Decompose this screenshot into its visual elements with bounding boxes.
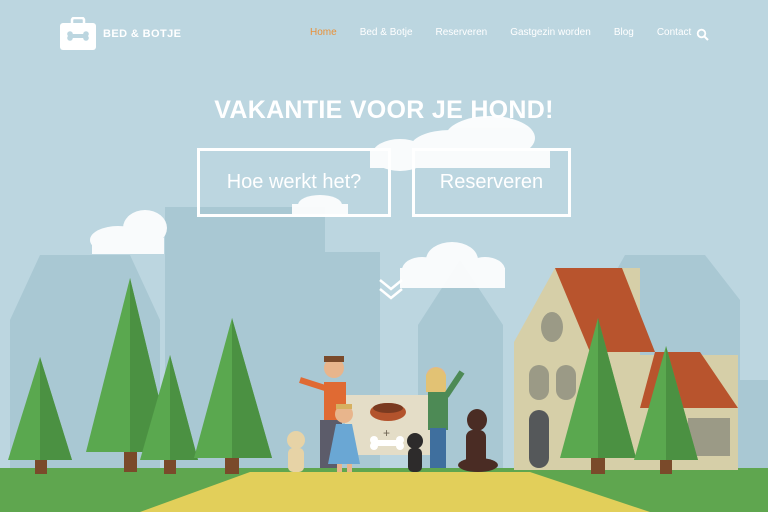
main-nav: Home Bed & Botje Reserveren Gastgezin wo… <box>300 27 691 38</box>
reserve-button[interactable]: Reserveren <box>412 148 571 217</box>
dog-black-small <box>407 433 423 472</box>
nav-item-contact[interactable]: Contact <box>657 27 691 38</box>
search-icon[interactable] <box>696 28 710 42</box>
suitcase-bone-logo-icon <box>60 17 96 50</box>
nav-item-bed-botje[interactable]: Bed & Botje <box>360 27 413 38</box>
how-it-works-button[interactable]: Hoe werkt het? <box>197 148 391 217</box>
site-header: BED & BOTJE Home Bed & Botje Reserveren … <box>0 0 768 70</box>
nav-item-reserveren[interactable]: Reserveren <box>436 27 488 38</box>
logo[interactable]: BED & BOTJE <box>59 17 181 51</box>
nav-item-gastgezin-worden[interactable]: Gastgezin worden <box>510 27 591 38</box>
logo-text: BED & BOTJE <box>103 28 182 40</box>
hero-title: VAKANTIE VOOR JE HOND! <box>214 96 554 124</box>
hero-illustration: + <box>0 0 768 512</box>
nav-item-home[interactable]: Home <box>310 27 337 38</box>
svg-text:+: + <box>383 426 390 440</box>
dog-beige <box>287 431 305 472</box>
double-chevron-down-icon[interactable] <box>378 277 404 303</box>
nav-item-blog[interactable]: Blog <box>614 27 634 38</box>
